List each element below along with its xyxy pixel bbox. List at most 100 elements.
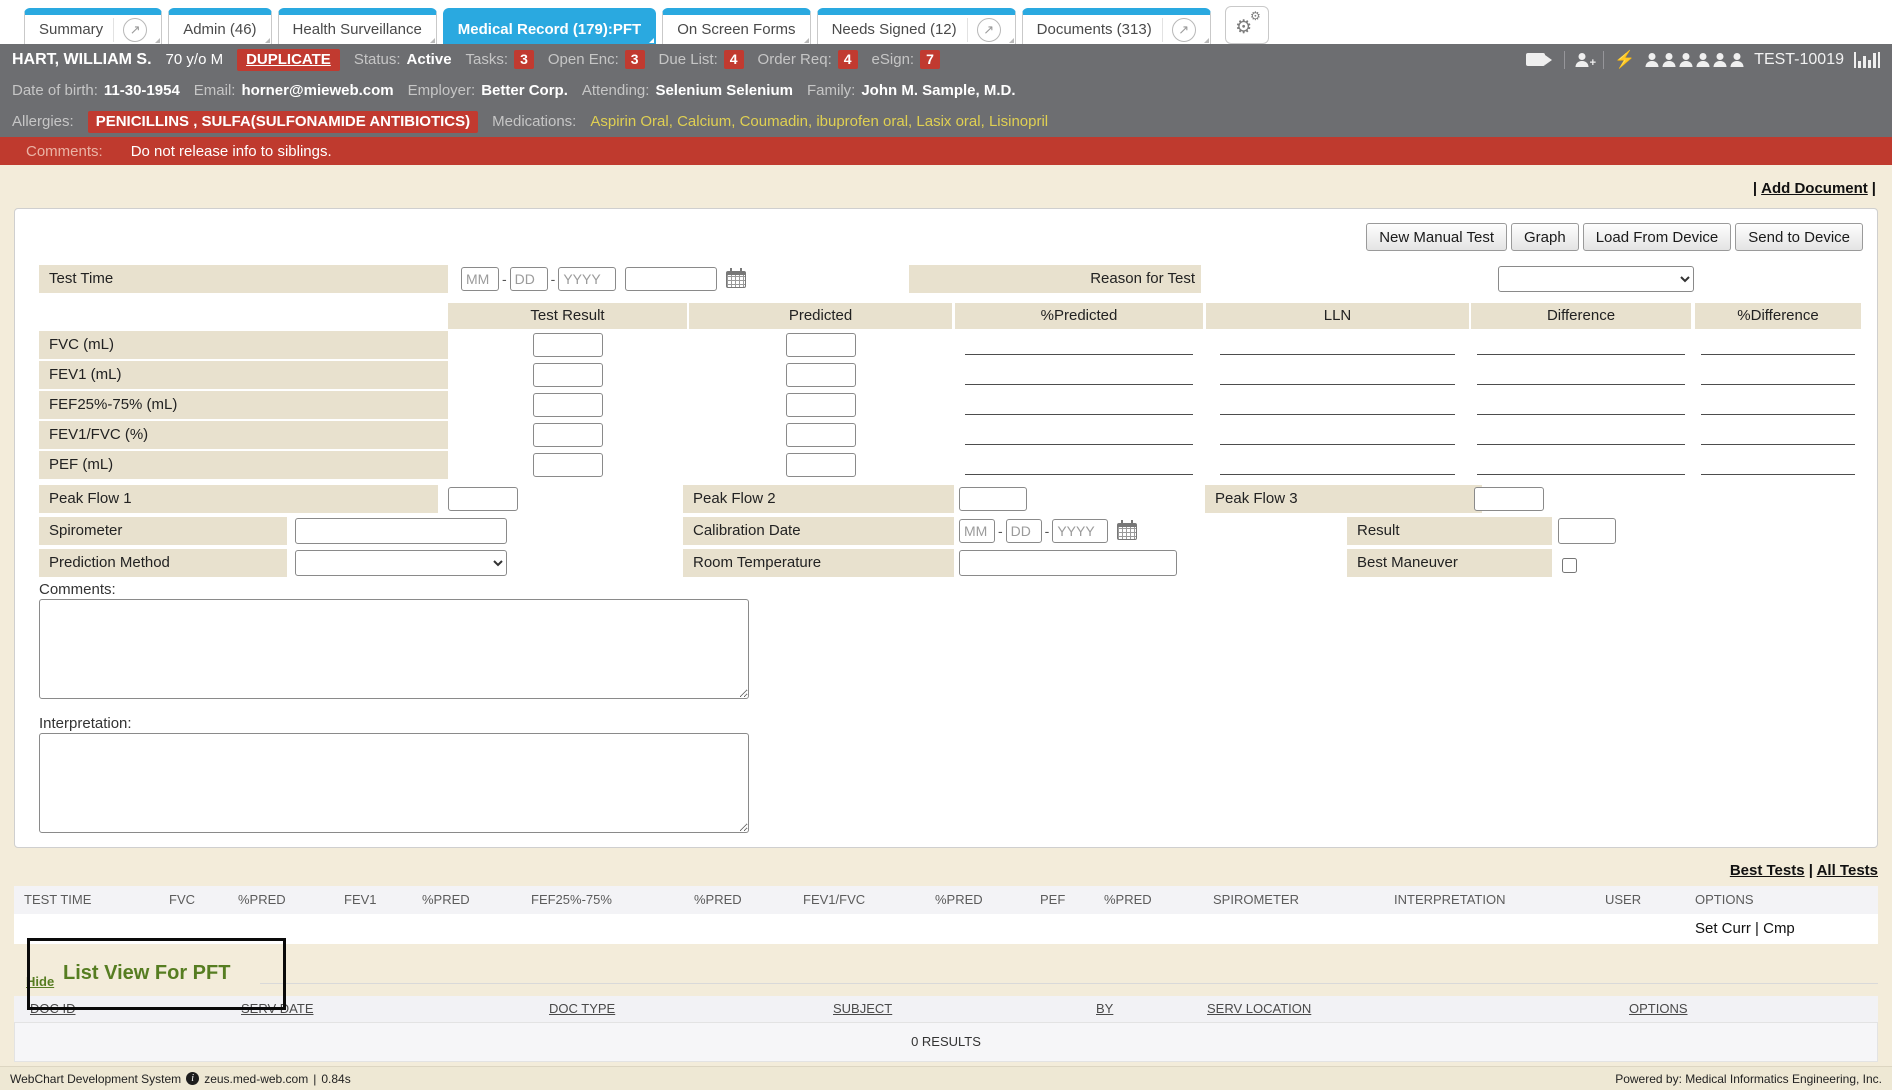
popout-icon[interactable]: ↗ <box>1172 18 1196 42</box>
test-time-month-input[interactable] <box>461 267 499 291</box>
fef-predicted-input[interactable] <box>786 393 856 417</box>
cmp-link[interactable]: Cmp <box>1763 920 1795 937</box>
graph-button[interactable]: Graph <box>1511 223 1579 251</box>
person-icon <box>1713 53 1727 67</box>
th-serv-location[interactable]: SERV LOCATION <box>1207 996 1311 1022</box>
fev1-predicted-input[interactable] <box>786 363 856 387</box>
best-maneuver-checkbox[interactable] <box>1562 558 1577 573</box>
calibration-year-input[interactable] <box>1052 519 1108 543</box>
people-icons[interactable] <box>1645 53 1744 67</box>
th-doc-type[interactable]: DOC TYPE <box>549 996 615 1022</box>
tab-divider <box>113 18 114 42</box>
footer: WebChart Development System i zeus.med-w… <box>0 1066 1892 1090</box>
all-tests-link[interactable]: All Tests <box>1817 862 1878 879</box>
settings-button[interactable]: ⚙ ⚙ <box>1225 6 1269 44</box>
tab-needs-signed[interactable]: Needs Signed (12) ↗ <box>817 8 1016 44</box>
peak-flow-2-input[interactable] <box>959 487 1027 511</box>
row-label-fvc: FVC (mL) <box>39 331 448 359</box>
fev1-pct-difference-line <box>1701 384 1855 385</box>
th-pct-pred-5: %PRED <box>1104 886 1152 914</box>
send-to-device-button[interactable]: Send to Device <box>1735 223 1863 251</box>
info-icon[interactable]: i <box>186 1072 199 1085</box>
order-req-label: Order Req: <box>758 51 832 68</box>
th-by[interactable]: BY <box>1096 996 1113 1022</box>
fev1-pct-predicted-line <box>965 384 1193 385</box>
test-time-day-input[interactable] <box>510 267 548 291</box>
fvc-test-result-input[interactable] <box>533 333 603 357</box>
th-pct-pred-4: %PRED <box>935 886 983 914</box>
calibration-month-input[interactable] <box>959 519 995 543</box>
tab-on-screen-forms[interactable]: On Screen Forms <box>662 8 810 44</box>
fev1-test-result-input[interactable] <box>533 363 603 387</box>
employer-label: Employer: <box>408 82 476 99</box>
calendar-icon[interactable] <box>1117 523 1137 540</box>
medication-link[interactable]: Lisinopril <box>981 113 1049 130</box>
peak-flow-3-input[interactable] <box>1474 487 1544 511</box>
open-enc-badge[interactable]: 3 <box>625 50 645 69</box>
medication-link[interactable]: Aspirin Oral <box>590 113 668 130</box>
tasks-badge[interactable]: 3 <box>514 50 534 69</box>
allergies-badge[interactable]: PENICILLINS , SULFA(SULFONAMIDE ANTIBIOT… <box>88 111 478 133</box>
calibration-date-inputs: - - <box>959 519 1137 543</box>
order-req-badge[interactable]: 4 <box>838 50 858 69</box>
set-curr-link[interactable]: Set Curr <box>1695 920 1751 937</box>
medication-link[interactable]: Lasix oral <box>908 113 981 130</box>
fef-lln-line <box>1220 414 1455 415</box>
room-temperature-input[interactable] <box>959 550 1177 576</box>
video-camera-icon[interactable] <box>1526 53 1545 66</box>
pef-lln-line <box>1220 474 1455 475</box>
load-from-device-button[interactable]: Load From Device <box>1583 223 1732 251</box>
esign-badge[interactable]: 7 <box>920 50 940 69</box>
form-comments-label: Comments: <box>39 581 116 598</box>
interpretation-textarea[interactable] <box>39 733 749 833</box>
th-subject[interactable]: SUBJECT <box>833 996 892 1022</box>
reason-for-test-select[interactable] <box>1498 266 1694 292</box>
person-icon <box>1730 53 1744 67</box>
spirometer-input[interactable] <box>295 518 507 544</box>
tab-documents[interactable]: Documents (313) ↗ <box>1022 8 1211 44</box>
add-person-icon[interactable]: + <box>1575 53 1589 67</box>
new-manual-test-button[interactable]: New Manual Test <box>1366 223 1507 251</box>
calendar-icon[interactable] <box>726 271 746 288</box>
popout-icon[interactable]: ↗ <box>123 18 147 42</box>
result-input[interactable] <box>1558 518 1616 544</box>
tab-summary[interactable]: Summary ↗ <box>24 8 162 44</box>
peak-flow-1-input[interactable] <box>448 487 518 511</box>
medication-link[interactable]: Calcium <box>669 113 732 130</box>
lightning-icon[interactable]: ⚡ <box>1614 51 1635 68</box>
email-value[interactable]: horner@mieweb.com <box>241 82 393 99</box>
th-doc-options[interactable]: OPTIONS <box>1629 996 1688 1022</box>
form-comments-textarea[interactable] <box>39 599 749 699</box>
fev1-fvc-predicted-input[interactable] <box>786 423 856 447</box>
test-time-year-input[interactable] <box>558 267 616 291</box>
status-label: Status: <box>354 51 401 68</box>
medication-link[interactable]: ibuprofen oral <box>808 113 908 130</box>
tab-medical-record[interactable]: Medical Record (179):PFT <box>443 8 656 44</box>
fef-test-result-input[interactable] <box>533 393 603 417</box>
fev1-fvc-test-result-input[interactable] <box>533 423 603 447</box>
add-document-link[interactable]: Add Document <box>1761 180 1868 197</box>
tab-admin[interactable]: Admin (46) <box>168 8 271 44</box>
popout-icon[interactable]: ↗ <box>977 18 1001 42</box>
prediction-method-select[interactable] <box>295 550 507 576</box>
pef-test-result-input[interactable] <box>533 453 603 477</box>
test-time-time-input[interactable] <box>625 267 717 291</box>
tab-health-surveillance[interactable]: Health Surveillance <box>278 8 437 44</box>
date-separator: - <box>502 271 507 287</box>
due-list-badge[interactable]: 4 <box>724 50 744 69</box>
col-test-result: Test Result <box>448 303 687 329</box>
best-maneuver-label: Best Maneuver <box>1347 549 1552 577</box>
tab-label: Medical Record (179):PFT <box>458 21 641 38</box>
pef-predicted-input[interactable] <box>786 453 856 477</box>
banner-row-3: Allergies: PENICILLINS , SULFA(SULFONAMI… <box>0 106 1892 137</box>
comments-alert-bar: Comments: Do not release info to sibling… <box>0 137 1892 165</box>
calibration-day-input[interactable] <box>1006 519 1042 543</box>
bar-chart-icon[interactable] <box>1854 52 1880 68</box>
fvc-predicted-input[interactable] <box>786 333 856 357</box>
room-temperature-label: Room Temperature <box>683 549 954 577</box>
col-predicted: Predicted <box>689 303 952 329</box>
duplicate-badge[interactable]: DUPLICATE <box>237 49 340 71</box>
medication-link[interactable]: Coumadin <box>731 113 808 130</box>
best-tests-link[interactable]: Best Tests <box>1730 862 1805 879</box>
pef-difference-line <box>1477 474 1685 475</box>
